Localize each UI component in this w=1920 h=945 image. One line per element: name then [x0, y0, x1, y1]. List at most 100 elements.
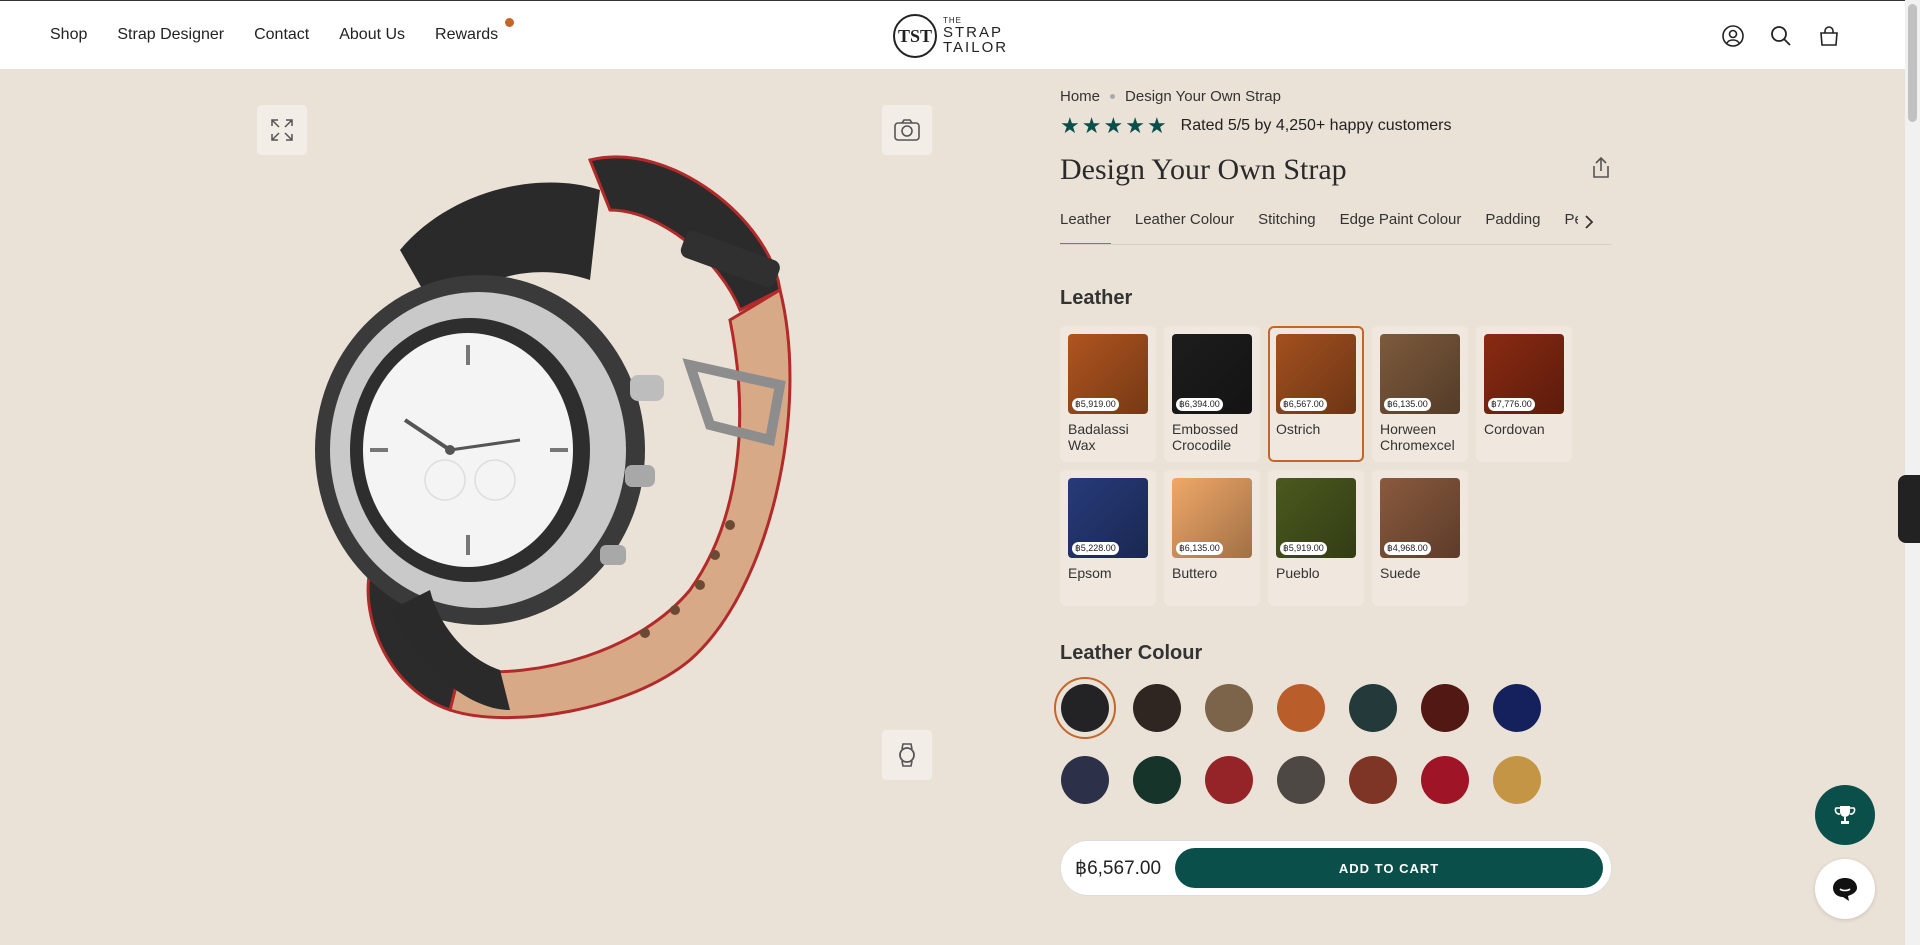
- leather-option[interactable]: ฿6,135.00 Horween Chromexcel: [1372, 326, 1468, 462]
- star-icon: ★: [1146, 113, 1167, 138]
- leather-price-badge: ฿6,394.00: [1176, 398, 1223, 411]
- cart-icon[interactable]: [1818, 25, 1840, 47]
- leather-name: Pueblo: [1276, 565, 1320, 581]
- leather-name: Buttero: [1172, 565, 1218, 581]
- header-icons: [1722, 25, 1840, 47]
- leather-option[interactable]: ฿4,968.00 Suede: [1372, 470, 1468, 606]
- nav-contact[interactable]: Contact: [254, 26, 309, 44]
- leather-options: ฿5,919.00 Badalassi Wax ฿6,394.00 Embossed …: [1060, 326, 1612, 606]
- tab-edge-paint-colour[interactable]: Edge Paint Colour: [1340, 209, 1462, 244]
- colour-swatch-option[interactable]: [1054, 677, 1116, 739]
- colour-swatch-option[interactable]: [1270, 677, 1332, 739]
- chat-launcher-button[interactable]: [1815, 859, 1875, 919]
- leather-swatch: ฿5,919.00: [1068, 334, 1148, 414]
- snapshot-button[interactable]: [882, 105, 932, 155]
- tabs-next-button[interactable]: [1578, 209, 1600, 235]
- tab-leather-colour[interactable]: Leather Colour: [1135, 209, 1234, 244]
- colour-swatch-option[interactable]: [1198, 749, 1260, 811]
- colour-swatch-option[interactable]: [1486, 677, 1548, 739]
- watch-3d-preview[interactable]: [310, 150, 810, 730]
- colour-swatch-option[interactable]: [1414, 749, 1476, 811]
- leather-option[interactable]: ฿5,228.00 Epsom: [1060, 470, 1156, 606]
- star-icon: ★: [1060, 113, 1080, 138]
- colour-dot: [1421, 684, 1469, 732]
- rating-row: ★ ★ ★ ★ ★ Rated 5/5 by 4,250+ happy cust…: [1060, 115, 1612, 137]
- leather-swatch: ฿5,228.00: [1068, 478, 1148, 558]
- product-panel: Home Design Your Own Strap ★ ★ ★ ★ ★ Rat…: [1054, 88, 1612, 805]
- tab-leather[interactable]: Leather: [1060, 209, 1111, 244]
- leather-name: Cordovan: [1484, 421, 1545, 437]
- colour-swatch-option[interactable]: [1342, 677, 1404, 739]
- chevron-right-icon: [1585, 215, 1594, 229]
- colour-dot: [1277, 684, 1325, 732]
- leather-option[interactable]: ฿6,135.00 Buttero: [1164, 470, 1260, 606]
- side-tab[interactable]: [1898, 475, 1920, 543]
- colour-dot: [1493, 756, 1541, 804]
- share-icon[interactable]: [1590, 156, 1612, 185]
- page-scrollbar[interactable]: [1905, 0, 1920, 945]
- rating-text: Rated 5/5 by 4,250+ happy customers: [1180, 117, 1452, 134]
- logo-text: THE STRAP TAILOR: [943, 17, 1008, 56]
- colour-dot: [1061, 684, 1109, 732]
- scrollbar-thumb[interactable]: [1908, 4, 1917, 122]
- colour-dot: [1061, 756, 1109, 804]
- chat-icon: [1833, 878, 1857, 901]
- colour-dot: [1277, 756, 1325, 804]
- colour-dot: [1493, 684, 1541, 732]
- breadcrumb-separator: [1110, 94, 1116, 99]
- leather-swatch: ฿6,567.00: [1276, 334, 1356, 414]
- rating-stars: ★ ★ ★ ★ ★: [1060, 115, 1167, 137]
- colour-dot: [1205, 684, 1253, 732]
- leather-price-badge: ฿4,968.00: [1384, 542, 1431, 555]
- search-icon[interactable]: [1770, 25, 1792, 47]
- leather-option[interactable]: ฿5,919.00 Badalassi Wax: [1060, 326, 1156, 462]
- leather-section-title: Leather: [1060, 287, 1133, 309]
- camera-icon: [894, 119, 920, 141]
- tab-stitching[interactable]: Stitching: [1258, 209, 1316, 244]
- colour-swatch-option[interactable]: [1342, 749, 1404, 811]
- leather-option[interactable]: ฿5,919.00 Pueblo: [1268, 470, 1364, 606]
- title-row: Design Your Own Strap: [1060, 153, 1612, 187]
- colour-swatch-option[interactable]: [1270, 749, 1332, 811]
- colour-swatch-option[interactable]: [1198, 677, 1260, 739]
- colour-swatch-option[interactable]: [1054, 749, 1116, 811]
- notification-dot: [505, 18, 515, 27]
- nav-rewards-label: Rewards: [435, 26, 499, 43]
- breadcrumb-home[interactable]: Home: [1060, 88, 1100, 105]
- leather-option[interactable]: ฿7,776.00 Cordovan: [1476, 326, 1572, 462]
- colour-dot: [1421, 756, 1469, 804]
- customizer-tabs: Leather Leather Colour Stitching Edge Pa…: [1060, 209, 1612, 245]
- account-icon[interactable]: [1722, 25, 1744, 47]
- leather-option[interactable]: ฿6,394.00 Embossed Crocodile: [1164, 326, 1260, 462]
- add-to-cart-button[interactable]: ADD TO CART: [1175, 848, 1603, 888]
- fullscreen-button[interactable]: [257, 105, 307, 155]
- leather-price-badge: ฿5,228.00: [1072, 542, 1119, 555]
- breadcrumb: Home Design Your Own Strap: [1060, 88, 1612, 105]
- logo[interactable]: TST THE STRAP TAILOR: [893, 14, 1008, 58]
- colour-swatch-option[interactable]: [1486, 749, 1548, 811]
- watch-image: [315, 155, 792, 720]
- colour-swatch-option[interactable]: [1414, 677, 1476, 739]
- leather-price-badge: ฿6,567.00: [1280, 398, 1327, 411]
- tab-padding[interactable]: Padding: [1485, 209, 1540, 244]
- colour-swatch-option[interactable]: [1126, 749, 1188, 811]
- nav-rewards[interactable]: Rewards: [435, 18, 515, 44]
- expand-icon: [271, 119, 293, 141]
- leather-option[interactable]: ฿6,567.00 Ostrich: [1268, 326, 1364, 462]
- watch-view-button[interactable]: [882, 730, 932, 780]
- star-icon: ★: [1081, 113, 1102, 138]
- logo-mark-icon: TST: [893, 14, 937, 58]
- trophy-icon: [1834, 806, 1856, 824]
- colour-section-title: Leather Colour: [1060, 642, 1203, 664]
- nav-shop[interactable]: Shop: [50, 26, 87, 44]
- site-header: Shop Strap Designer Contact About Us Rew…: [0, 0, 1905, 70]
- star-icon: ★: [1125, 113, 1145, 138]
- leather-swatch: ฿7,776.00: [1484, 334, 1564, 414]
- leather-swatch: ฿6,394.00: [1172, 334, 1252, 414]
- rewards-launcher-button[interactable]: [1815, 785, 1875, 845]
- nav-strap-designer[interactable]: Strap Designer: [117, 26, 224, 44]
- colour-swatch-option[interactable]: [1126, 677, 1188, 739]
- nav-about-us[interactable]: About Us: [339, 26, 405, 44]
- leather-name: Suede: [1380, 565, 1421, 581]
- breadcrumb-current: Design Your Own Strap: [1125, 88, 1281, 105]
